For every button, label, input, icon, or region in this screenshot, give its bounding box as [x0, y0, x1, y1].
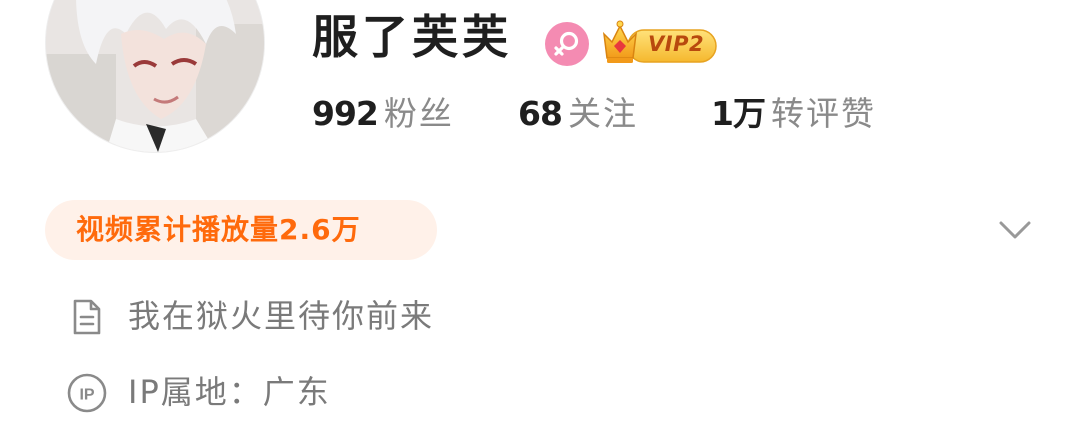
avatar-illustration: [46, 0, 264, 152]
female-icon: [545, 22, 589, 66]
stat-following-label: 关注: [567, 94, 638, 133]
stat-following-value: 68: [518, 94, 563, 133]
profile-name: 服了芙芙: [312, 10, 512, 64]
stat-fans[interactable]: 992 粉丝: [312, 92, 454, 136]
stat-interactions-value: 1万: [711, 94, 766, 133]
stat-fans-value: 992: [312, 94, 379, 133]
svg-text:IP: IP: [79, 387, 94, 404]
stat-following[interactable]: 68 关注: [518, 92, 638, 136]
stat-fans-label: 粉丝: [383, 94, 454, 133]
bio-text: 我在狱火里待你前来: [128, 297, 435, 335]
video-views-text: 视频累计播放量2.6万: [76, 213, 361, 246]
document-icon: [66, 296, 108, 338]
ip-icon: IP: [66, 372, 108, 414]
stat-interactions[interactable]: 1万 转评赞: [711, 92, 876, 136]
avatar[interactable]: [46, 0, 264, 152]
vip-label: VIP2: [648, 32, 705, 56]
profile-header: 服了芙芙 VIP2 992 粉丝 68 关注 1万 转评赞 视频累计播放量2.6…: [0, 0, 1080, 445]
chevron-down-icon[interactable]: [996, 215, 1034, 245]
ip-location-text: IP属地：广东: [128, 373, 331, 411]
stat-interactions-label: 转评赞: [770, 94, 876, 133]
